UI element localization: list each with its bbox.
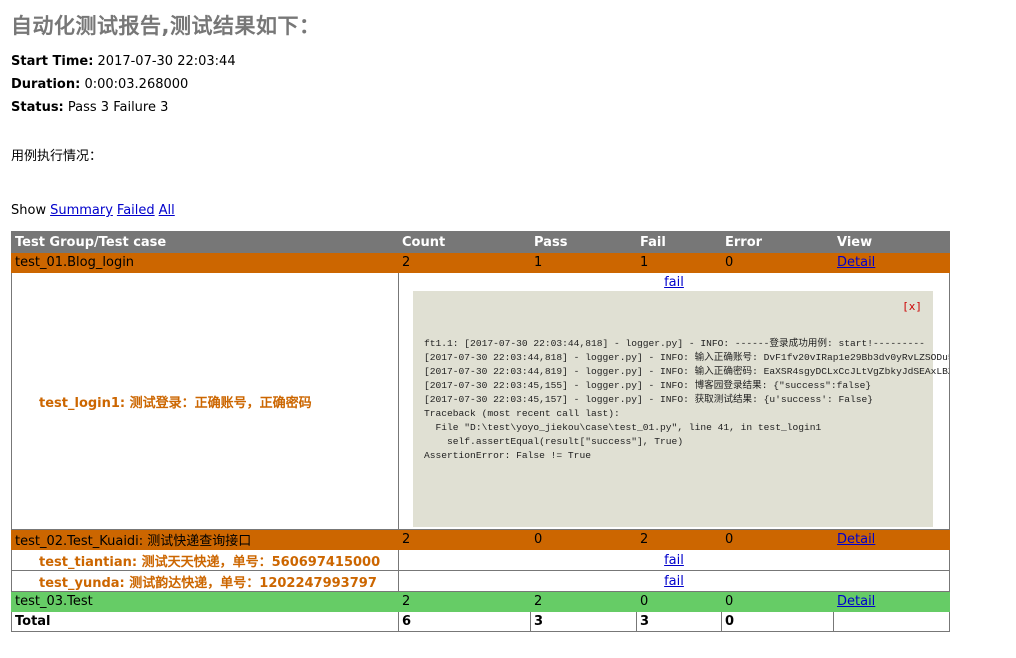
group-count: 2: [398, 591, 531, 612]
fail-link[interactable]: fail: [664, 553, 684, 568]
report-heading: 自动化测试报告,测试结果如下：: [11, 14, 321, 38]
group-count: 2: [398, 252, 531, 273]
duration: Duration: 0:00:03.268000: [11, 77, 188, 92]
group-fail: 0: [636, 591, 722, 612]
group-error: 0: [721, 591, 834, 612]
case-detail-cell: fail [x] ft1.1: [2017-07-30 22:03:44,818…: [398, 272, 950, 530]
group-row: test_03.Test 2 2 0 0 Detail: [11, 591, 950, 612]
start-time: Start Time: 2017-07-30 22:03:44: [11, 54, 236, 69]
header-view: View: [833, 231, 950, 253]
group-fail: 1: [636, 252, 722, 273]
status: Status: Pass 3 Failure 3: [11, 100, 168, 115]
group-view: Detail: [833, 529, 950, 550]
status-value: Pass 3 Failure 3: [67, 100, 169, 115]
group-error: 0: [721, 529, 834, 550]
summary-link[interactable]: Summary: [50, 203, 113, 218]
group-name: test_02.Test_Kuaidi: 测试快递查询接口: [11, 529, 399, 550]
total-count: 6: [398, 611, 531, 632]
fail-link[interactable]: fail: [664, 275, 684, 290]
group-name: test_03.Test: [11, 591, 399, 612]
detail-link[interactable]: Detail: [837, 255, 875, 270]
total-pass: 3: [530, 611, 637, 632]
group-fail: 2: [636, 529, 722, 550]
header-pass: Pass: [530, 231, 637, 253]
error-log: ft1.1: [2017-07-30 22:03:44,818] - logge…: [424, 338, 949, 461]
group-pass: 2: [530, 591, 637, 612]
header-count: Count: [398, 231, 531, 253]
group-row: test_01.Blog_login 2 1 1 0 Detail: [11, 252, 950, 273]
case-row: test_yunda: 测试韵达快递，单号：1202247993797 fail: [11, 570, 950, 592]
group-view: Detail: [833, 591, 950, 612]
start-time-label: Start Time:: [11, 54, 94, 69]
case-detail-cell: fail: [398, 570, 950, 592]
case-row: test_login1: 测试登录：正确账号，正确密码 fail [x] ft1…: [11, 272, 950, 530]
total-error: 0: [721, 611, 834, 632]
start-time-value: 2017-07-30 22:03:44: [97, 54, 236, 69]
error-popup: [x] ft1.1: [2017-07-30 22:03:44,818] - l…: [413, 291, 949, 527]
total-fail: 3: [636, 611, 722, 632]
header-error: Error: [721, 231, 834, 253]
case-name: test_tiantian: 测试天天快递，单号：560697415000: [11, 549, 399, 571]
fail-link[interactable]: fail: [664, 574, 684, 589]
duration-label: Duration:: [11, 77, 81, 92]
group-pass: 1: [530, 252, 637, 273]
cases-label: 用例执行情况：: [11, 149, 103, 164]
case-detail-cell: fail: [398, 549, 950, 571]
total-view: [833, 611, 950, 632]
all-link[interactable]: All: [159, 203, 175, 218]
group-count: 2: [398, 529, 531, 550]
show-filter: Show Summary Failed All: [11, 203, 175, 218]
group-pass: 0: [530, 529, 637, 550]
group-row: test_02.Test_Kuaidi: 测试快递查询接口 2 0 2 0 De…: [11, 529, 950, 550]
detail-link[interactable]: Detail: [837, 594, 875, 609]
status-label: Status:: [11, 100, 64, 115]
duration-value: 0:00:03.268000: [84, 77, 189, 92]
detail-link[interactable]: Detail: [837, 532, 875, 547]
header-group: Test Group/Test case: [11, 231, 399, 253]
header-fail: Fail: [636, 231, 722, 253]
result-table: Test Group/Test case Count Pass Fail Err…: [11, 231, 950, 632]
failed-link[interactable]: Failed: [117, 203, 155, 218]
show-label: Show: [11, 203, 47, 218]
case-name: test_yunda: 测试韵达快递，单号：1202247993797: [11, 570, 399, 592]
case-row: test_tiantian: 测试天天快递，单号：560697415000 fa…: [11, 549, 950, 571]
close-popup-button[interactable]: [x]: [902, 300, 922, 313]
case-name: test_login1: 测试登录：正确账号，正确密码: [11, 272, 399, 530]
group-name: test_01.Blog_login: [11, 252, 399, 273]
group-view: Detail: [833, 252, 950, 273]
total-label: Total: [11, 611, 399, 632]
header-row: Test Group/Test case Count Pass Fail Err…: [11, 231, 950, 253]
total-row: Total 6 3 3 0: [11, 611, 950, 632]
group-error: 0: [721, 252, 834, 273]
